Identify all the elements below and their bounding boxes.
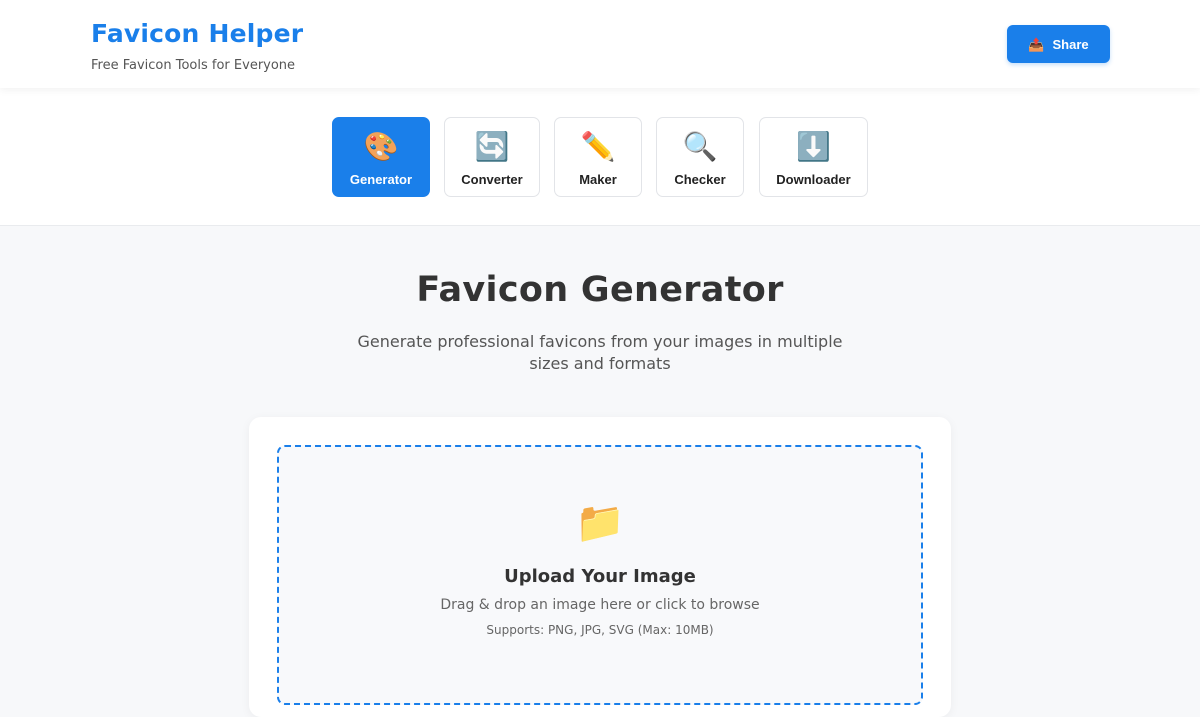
- outbox-tray-icon: 📤: [1028, 36, 1045, 52]
- folder-icon: 📁: [575, 500, 625, 546]
- page-title: Favicon Generator: [416, 270, 784, 310]
- tab-label: Converter: [461, 172, 523, 187]
- upload-dropzone[interactable]: 📁 Upload Your Image Drag & drop an image…: [277, 445, 923, 705]
- upload-instructions: Drag & drop an image here or click to br…: [440, 597, 760, 613]
- site-header: Favicon Helper Free Favicon Tools for Ev…: [0, 0, 1200, 88]
- share-button-label: Share: [1052, 36, 1089, 52]
- tab-label: Checker: [674, 172, 726, 187]
- tab-converter[interactable]: 🔄 Converter: [444, 117, 540, 197]
- supported-formats: Supports: PNG, JPG, SVG (Max: 10MB): [486, 623, 714, 637]
- tab-label: Downloader: [776, 172, 851, 187]
- tab-label: Maker: [579, 172, 617, 187]
- arrows-cycle-icon: 🔄: [474, 131, 510, 162]
- upload-title: Upload Your Image: [504, 566, 696, 587]
- download-arrow-icon: ⬇️: [796, 131, 831, 162]
- upload-card: 📁 Upload Your Image Drag & drop an image…: [249, 417, 951, 717]
- tool-tabs: 🎨 Generator 🔄 Converter ✏️ Maker 🔍 Check…: [0, 88, 1200, 226]
- magnifier-icon: 🔍: [682, 131, 718, 162]
- share-button[interactable]: 📤 Share: [1007, 25, 1110, 63]
- tab-maker[interactable]: ✏️ Maker: [554, 117, 642, 197]
- tab-checker[interactable]: 🔍 Checker: [656, 117, 744, 197]
- page-description: Generate professional favicons from your…: [357, 332, 843, 373]
- tab-downloader[interactable]: ⬇️ Downloader: [759, 117, 868, 197]
- palette-icon: 🎨: [363, 131, 399, 162]
- tab-generator[interactable]: 🎨 Generator: [332, 117, 430, 197]
- pencil-icon: ✏️: [580, 131, 616, 162]
- site-subtitle: Free Favicon Tools for Everyone: [91, 58, 296, 73]
- site-title[interactable]: Favicon Helper: [91, 19, 303, 48]
- tab-label: Generator: [349, 172, 413, 187]
